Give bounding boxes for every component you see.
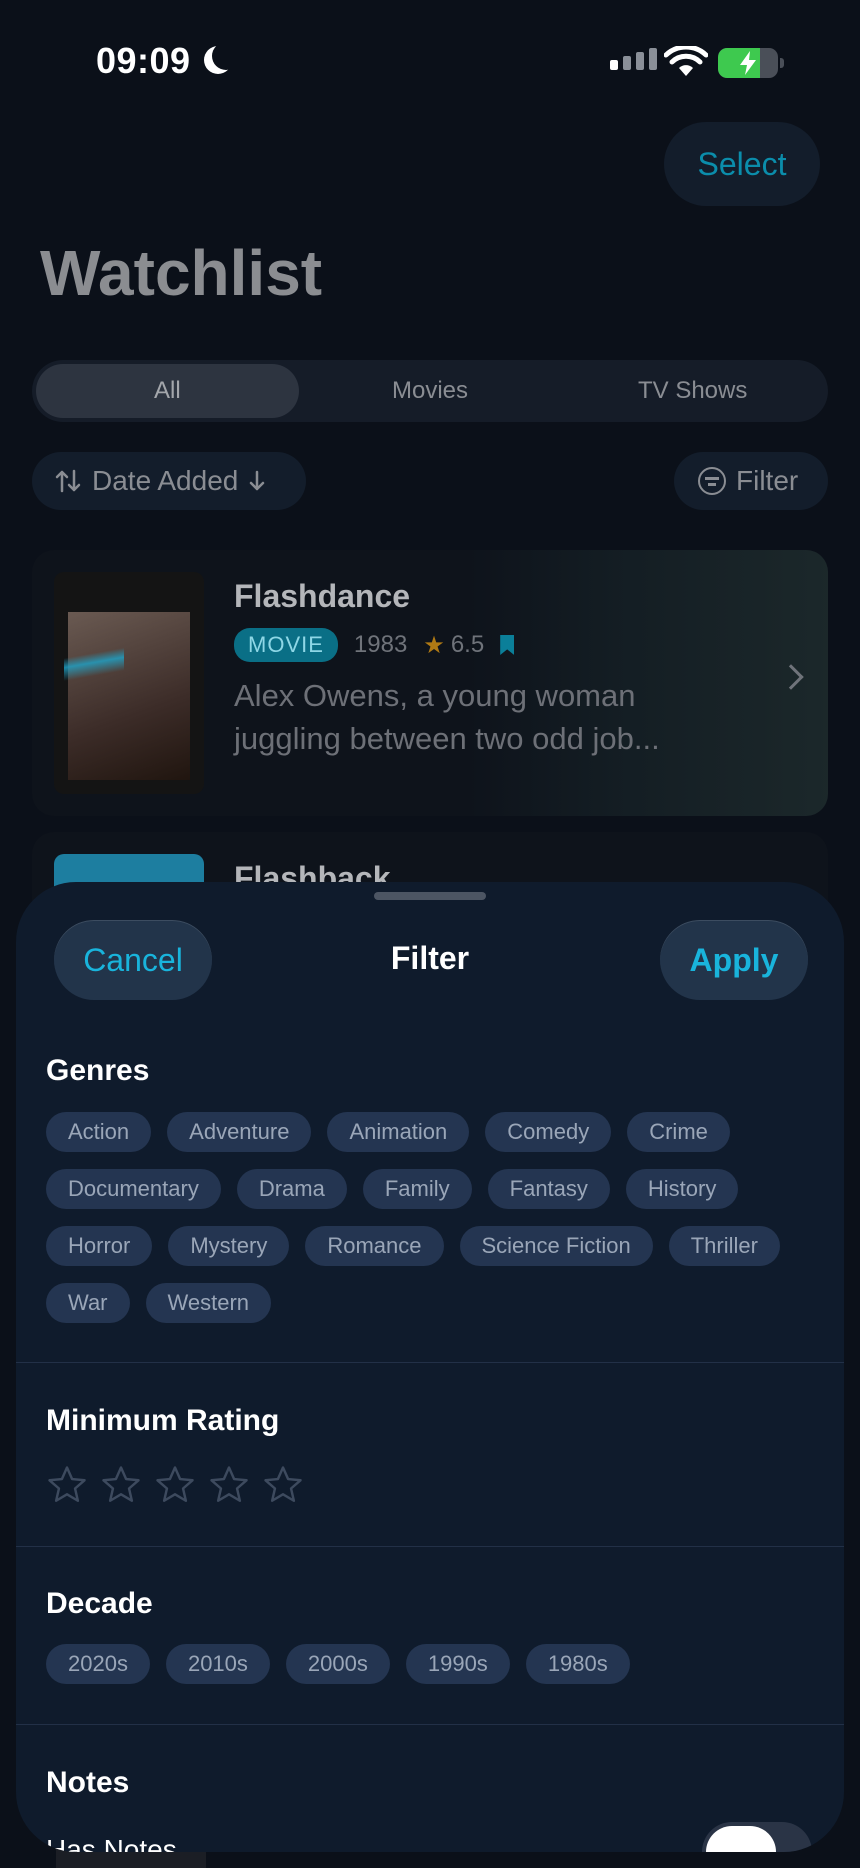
arrow-down-icon [250, 470, 265, 491]
filter-icon [698, 467, 726, 495]
filter-sheet: Cancel Filter Apply Genres Action Adventu… [16, 882, 844, 1852]
type-badge: MOVIE [234, 628, 338, 662]
genre-chip-adventure[interactable]: Adventure [167, 1112, 312, 1152]
genre-chip-drama[interactable]: Drama [236, 1169, 347, 1209]
notes-toggle[interactable] [702, 1822, 812, 1852]
status-time: 09:09 [96, 40, 191, 81]
genre-chip-western[interactable]: Western [145, 1283, 272, 1323]
rating-heading: Minimum Rating [46, 1404, 280, 1437]
notes-toggle-label: Has Notes [46, 1834, 177, 1852]
genre-chip-thriller[interactable]: Thriller [668, 1226, 780, 1266]
tab-movies[interactable]: Movies [299, 364, 562, 418]
genre-chip-animation[interactable]: Animation [327, 1112, 470, 1152]
card-title: Flashdance [234, 578, 411, 614]
page-title: Watchlist [40, 237, 323, 309]
battery-cap [780, 58, 784, 68]
rating-star-icon[interactable] [154, 1464, 196, 1506]
genre-chip-mystery[interactable]: Mystery [168, 1226, 290, 1266]
apply-button[interactable]: Apply [660, 920, 808, 1000]
watchlist-card[interactable]: Flashdance MOVIE 1983 ★ 6.5 Alex Owens, … [32, 550, 828, 816]
decade-chip-2010s[interactable]: 2010s [165, 1644, 270, 1684]
battery-icon [718, 48, 778, 78]
genre-chip-war[interactable]: War [46, 1283, 130, 1323]
cellular-signal-icon [610, 48, 657, 70]
star-icon: ★ [423, 631, 445, 659]
moon-icon [212, 42, 240, 70]
tab-tv-shows[interactable]: TV Shows [561, 364, 824, 418]
genre-chips: Action Adventure Animation Comedy Crime Docum… [46, 1112, 816, 1323]
genre-chip-horror[interactable]: Horror [46, 1226, 153, 1266]
rating-value: 6.5 [450, 631, 485, 658]
genre-chip-science-fiction[interactable]: Science Fiction [459, 1226, 653, 1266]
segmented-control: All Movies TV Shows [32, 360, 828, 422]
divider [16, 1724, 844, 1725]
divider [16, 1546, 844, 1547]
notes-heading: Notes [46, 1766, 130, 1799]
filter-label: Filter [736, 465, 799, 496]
poster-image [54, 572, 204, 794]
bookmark-icon [500, 635, 515, 655]
card-description: Alex Owens, a young woman juggling betwe… [234, 678, 660, 756]
genre-chip-comedy[interactable]: Comedy [485, 1112, 612, 1152]
tab-all[interactable]: All [36, 364, 299, 418]
rating-star-icon[interactable] [208, 1464, 250, 1506]
genre-chip-action[interactable]: Action [46, 1112, 152, 1152]
genre-chip-documentary[interactable]: Documentary [46, 1169, 221, 1209]
genre-chip-fantasy[interactable]: Fantasy [487, 1169, 610, 1209]
sort-arrows-icon [55, 469, 81, 493]
filter-button[interactable]: Filter [674, 452, 828, 510]
status-bar: 09:09 [0, 0, 860, 110]
decade-chip-2020s[interactable]: 2020s [46, 1644, 150, 1684]
rating-star-icon[interactable] [100, 1464, 142, 1506]
sort-label: Date Added [92, 465, 239, 496]
genre-chip-crime[interactable]: Crime [627, 1112, 730, 1152]
decade-chips: 2020s 2010s 2000s 1990s 1980s [46, 1644, 816, 1684]
decade-chip-1990s[interactable]: 1990s [405, 1644, 510, 1684]
rating-star-icon[interactable] [46, 1464, 88, 1506]
rating-star-icon[interactable] [262, 1464, 304, 1506]
select-button[interactable]: Select [664, 122, 820, 206]
genres-heading: Genres [46, 1054, 150, 1087]
toggle-knob [706, 1826, 776, 1852]
decade-chip-1980s[interactable]: 1980s [525, 1644, 630, 1684]
decade-chip-2000s[interactable]: 2000s [285, 1644, 390, 1684]
card-meta: MOVIE 1983 ★ 6.5 [234, 628, 515, 662]
sheet-grabber[interactable] [374, 892, 486, 900]
divider [16, 1362, 844, 1363]
card-year: 1983 [353, 631, 408, 658]
rating-stars [46, 1464, 304, 1506]
card-rating: ★ 6.5 [423, 631, 484, 660]
genre-chip-family[interactable]: Family [362, 1169, 472, 1209]
genre-chip-romance[interactable]: Romance [305, 1226, 444, 1266]
sort-button[interactable]: Date Added [32, 452, 306, 510]
wifi-icon [664, 46, 708, 76]
genre-chip-history[interactable]: History [625, 1169, 739, 1209]
decade-heading: Decade [46, 1587, 153, 1620]
